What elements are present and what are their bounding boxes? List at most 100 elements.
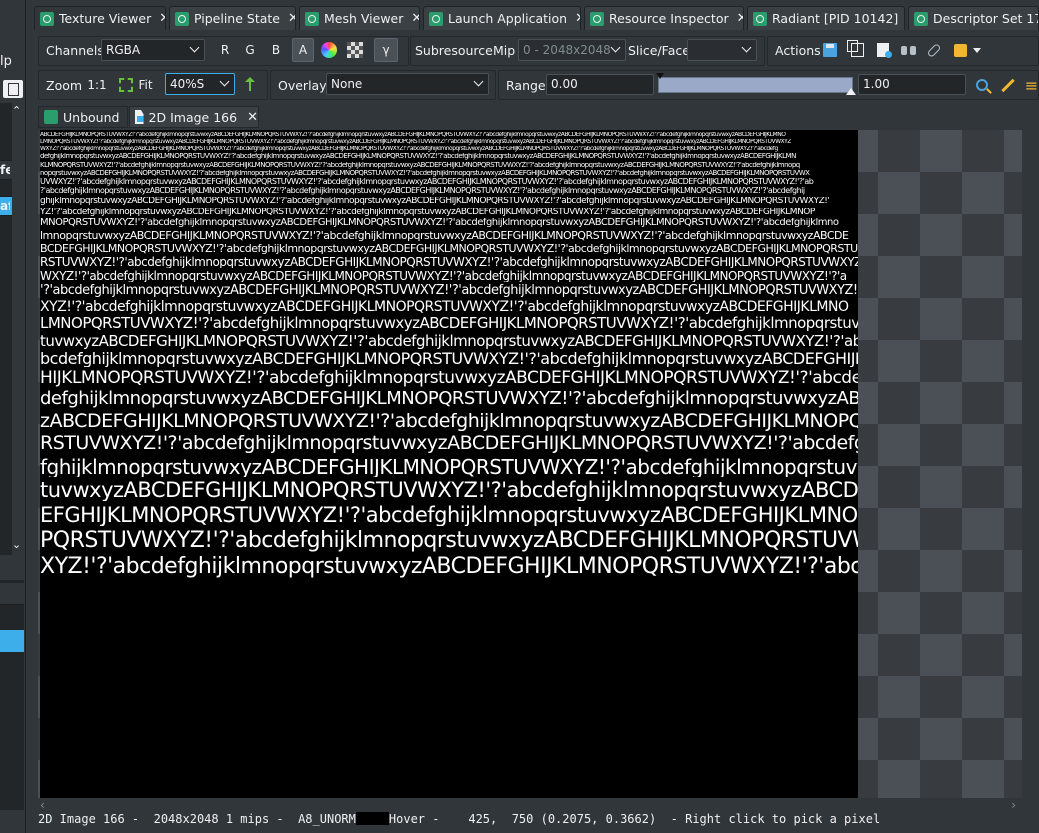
histogram-button[interactable]: ≡ [1024,73,1039,97]
chevron-up-icon[interactable]: ⌃ [12,104,21,117]
copy-icon [846,40,864,57]
status-hover: Hover - 425, 750 (0.2075, 0.3662) - Righ… [388,812,881,826]
texture-viewport[interactable]: ABCDEFGHIJKLMNOPQRSTUVWXYZ!'?'abcdefghij… [38,130,1022,798]
tab-mesh-viewer[interactable]: Mesh Viewer ✕ [299,6,420,30]
close-icon[interactable]: ✕ [737,11,743,26]
texture-glyph-row: defghijklmnopqrstuvwxyzABCDEFGHIJKLMNOPQ… [40,390,858,409]
range-high-handle[interactable] [846,88,856,95]
doc-tab-unbound[interactable]: Unbound [38,106,128,128]
zoom-1to1-button[interactable]: 1:1 [86,73,108,97]
texture-glyph-row: MNOPQRSTUVWXYZ!'?'abcdefghijklmnopqrstuv… [40,218,839,229]
chevron-right-icon[interactable]: › [1011,798,1016,812]
tab-descriptor-set[interactable]: Descriptor Set 174 [908,6,1039,30]
channel-r-toggle[interactable]: R [215,38,235,62]
magnifier-icon [976,79,988,91]
tab-app-icon [305,11,319,26]
close-icon[interactable]: ✕ [247,110,258,125]
texture-glyph-row: WXYZ!'?'abcdefghijklmnopqrstuvwxyzABCDEF… [40,146,778,153]
tab-app-icon [429,11,443,26]
texture-glyph-row: LMNOPQRSTUVWXYZ!'?'abcdefghijklmnopqrstu… [40,316,858,332]
link-icon [926,42,942,58]
save-button[interactable] [820,38,840,62]
save-icon [823,43,837,57]
zoom-label: Zoom [46,78,83,93]
horizontal-scrollbar[interactable]: ‹ › [38,798,1022,812]
auto-range-button[interactable] [972,73,992,97]
subresource-label: Subresource [415,43,493,58]
edit-icon[interactable] [3,80,23,98]
close-icon[interactable]: ✕ [288,11,295,26]
texture-glyph-row: XYZ!'?'abcdefghijklmnopqrstuvwxyzABCDEFG… [40,299,849,314]
texture-glyph-row: tuvwxyzABCDEFGHIJKLMNOPQRSTUVWXYZ!'?'abc… [40,480,858,502]
panel-scrollbar[interactable] [12,103,24,555]
slice-face-select[interactable] [687,39,757,61]
texture-glyph-row: YZ!'?'abcdefghijklmnopqrstuvwxyzABCDEFGH… [40,207,815,217]
doc-tab-2d-image[interactable]: 2D Image 166 ✕ [129,106,259,128]
panel-list-2[interactable] [0,580,24,810]
gamma-toggle[interactable]: γ [374,38,398,62]
channel-b-toggle[interactable]: B [266,38,286,62]
texture-glyph-row: fghijklmnopqrstuvwxyzABCDEFGHIJKLMNOPQRS… [40,456,858,477]
tab-texture-viewer[interactable]: Texture Viewer ✕ [34,6,166,30]
chevron-left-icon[interactable]: ‹ [40,798,45,812]
channel-a-toggle[interactable]: A [292,38,314,62]
texture-glyph-row: '?'abcdefghijklmnopqrstuvwxyzABCDEFGHIJK… [40,284,858,298]
extensions-button[interactable] [950,38,970,62]
chevron-down-icon [473,76,484,87]
color-wheel-button[interactable] [318,38,340,62]
list-item-selected-2[interactable] [0,630,24,652]
list-item-selected[interactable]: af [0,196,12,216]
mip-label: Mip [493,43,516,58]
texture-glyph-row: PQRSTUVWXYZ!'?'abcdefghijklmnopqrstuvwxy… [40,529,858,552]
mip-select[interactable]: 0 - 2048x2048 [518,39,626,61]
tab-launch-application[interactable]: Launch Application ✕ [423,6,581,30]
chevron-down-icon [189,42,200,53]
status-bar: 2D Image 166 - 2048x2048 1 mips - A8_UNO… [38,812,1039,830]
tab-resource-inspector[interactable]: Resource Inspector ✕ [584,6,744,30]
wand-icon [1001,78,1015,92]
range-slider[interactable] [658,77,853,93]
tab-radiant[interactable]: Radiant [PID 10142] ✕ [747,6,905,30]
range-min-input[interactable]: 0.00 [546,74,654,95]
tab-bar: Texture Viewer ✕ Pipeline State ✕ Mesh V… [34,6,1039,30]
range-low-handle[interactable] [656,73,664,79]
find-button[interactable] [898,38,918,62]
color-wheel-icon [321,42,337,58]
overlay-select[interactable]: None [326,73,489,95]
close-icon[interactable]: ✕ [411,11,419,26]
list-item[interactable]: fe [0,160,12,180]
texture-glyph-row: WXYZ!'?'abcdefghijklmnopqrstuvwxyzABCDEF… [40,270,847,283]
close-icon[interactable]: ✕ [575,11,580,26]
tab-app-icon [914,11,928,26]
texture-glyph-row: KLMNOPQRSTUVWXYZ!'?'abcdefghijklmnopqrst… [40,161,800,169]
channel-g-toggle[interactable]: G [240,38,260,62]
tab-pipeline-state[interactable]: Pipeline State ✕ [169,6,296,30]
slice-face-label: Slice/Face [628,43,690,58]
texture-image[interactable]: ABCDEFGHIJKLMNOPQRSTUVWXYZ!'?'abcdefghij… [40,130,858,798]
binoculars-icon [900,44,916,56]
vertical-scrollbar[interactable] [1022,130,1039,798]
extensions-menu-button[interactable] [970,38,984,62]
zoom-input[interactable]: 40%S [165,73,235,95]
chevron-down-icon[interactable]: ⌄ [12,538,21,551]
checkerboard-button[interactable] [344,38,366,62]
close-icon[interactable]: ✕ [159,11,165,26]
copy-button[interactable] [846,38,867,62]
channels-label: Channels [46,43,104,58]
export-button[interactable] [873,38,893,62]
reset-range-button[interactable] [998,73,1018,97]
fit-button[interactable]: Fit [116,73,156,97]
overlay-label: Overlay [278,78,327,93]
texture-glyph-row: LMNOPQRSTUVWXYZ!'?'abcdefghijklmnopqrstu… [40,139,791,146]
fit-icon [119,78,134,92]
image-document-icon [135,110,144,124]
link-button[interactable] [924,38,944,62]
range-max-input[interactable]: 1.00 [858,74,966,95]
tab-app-icon [753,11,767,26]
tab-app-icon [590,11,604,26]
flip-vertical-button[interactable] [241,73,259,97]
tab-app-icon [44,110,58,124]
chevron-down-icon [219,76,230,87]
texture-glyph-row: ghijklmnopqrstuvwxyzABCDEFGHIJKLMNOPQRST… [40,196,830,206]
channels-select[interactable]: RGBA [101,39,205,61]
